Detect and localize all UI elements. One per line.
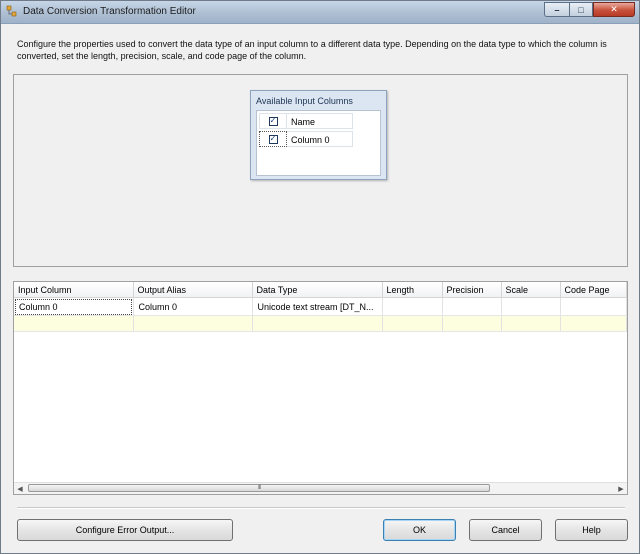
scroll-left-button[interactable]: ◀ — [15, 484, 25, 493]
minimize-button[interactable]: – — [544, 2, 569, 17]
footer-divider — [17, 507, 625, 509]
grid-header-row: Input Column Output Alias Data Type Leng… — [14, 282, 627, 298]
scroll-left-icon: ◀ — [17, 485, 23, 493]
dialog-window: Data Conversion Transformation Editor – … — [0, 0, 640, 554]
scroll-grip-icon: III — [257, 485, 261, 491]
new-row[interactable] — [14, 315, 627, 332]
cell-precision[interactable] — [442, 297, 502, 316]
name-column-header[interactable]: Name — [287, 113, 353, 129]
available-input-columns-panel[interactable]: Available Input Columns ✓ Name ✓ Column … — [250, 90, 387, 180]
check-icon: ✓ — [269, 116, 277, 125]
header-scale[interactable]: Scale — [501, 282, 561, 298]
horizontal-scrollbar[interactable]: ◀ III ▶ — [14, 482, 627, 494]
columns-header-row: ✓ Name — [259, 113, 353, 130]
app-icon — [6, 5, 17, 17]
description-text: Configure the properties used to convert… — [17, 39, 607, 61]
maximize-icon: □ — [578, 4, 584, 15]
cell-output-alias[interactable]: Column 0 — [133, 297, 253, 316]
available-columns-list: ✓ Name ✓ Column 0 — [256, 110, 381, 176]
column-item-row[interactable]: ✓ Column 0 — [259, 131, 353, 148]
new-row-cell[interactable] — [442, 315, 502, 332]
cell-scale[interactable] — [501, 297, 561, 316]
close-icon: ✕ — [610, 4, 618, 14]
new-row-cell[interactable] — [252, 315, 383, 332]
conversion-grid[interactable]: Input Column Output Alias Data Type Leng… — [13, 281, 628, 495]
select-all-checkbox[interactable]: ✓ — [268, 116, 278, 126]
table-row[interactable]: Column 0 Column 0 Unicode text stream [D… — [14, 297, 627, 316]
cell-code-page[interactable] — [560, 297, 627, 316]
cell-input-column[interactable]: Column 0 — [14, 297, 134, 316]
select-all-cell[interactable]: ✓ — [259, 113, 287, 129]
scroll-thumb[interactable]: III — [28, 484, 490, 492]
window-controls: – □ ✕ — [544, 2, 635, 18]
scroll-right-button[interactable]: ▶ — [616, 484, 626, 493]
header-length[interactable]: Length — [382, 282, 443, 298]
maximize-button[interactable]: □ — [569, 2, 593, 17]
cell-data-type[interactable]: Unicode text stream [DT_N... — [252, 297, 383, 316]
conversion-table: Input Column Output Alias Data Type Leng… — [14, 282, 627, 332]
header-code-page[interactable]: Code Page — [560, 282, 627, 298]
help-button[interactable]: Help — [555, 519, 628, 541]
minimize-icon: – — [554, 4, 560, 15]
configure-error-output-button[interactable]: Configure Error Output... — [17, 519, 233, 541]
column-item-name: Column 0 — [287, 131, 353, 147]
cell-length[interactable] — [382, 297, 443, 316]
column-item-check-cell[interactable]: ✓ — [259, 131, 287, 147]
scroll-right-icon: ▶ — [618, 485, 624, 493]
close-button[interactable]: ✕ — [593, 2, 635, 17]
column-mapping-area: Available Input Columns ✓ Name ✓ Column … — [13, 74, 628, 267]
header-data-type[interactable]: Data Type — [252, 282, 383, 298]
header-output-alias[interactable]: Output Alias — [133, 282, 253, 298]
header-precision[interactable]: Precision — [442, 282, 502, 298]
new-row-cell[interactable] — [133, 315, 253, 332]
title-bar[interactable]: Data Conversion Transformation Editor – … — [1, 1, 639, 24]
new-row-cell[interactable] — [14, 315, 134, 332]
available-input-columns-title: Available Input Columns — [256, 96, 353, 106]
new-row-cell[interactable] — [501, 315, 561, 332]
check-icon: ✓ — [269, 134, 277, 143]
cancel-button[interactable]: Cancel — [469, 519, 542, 541]
column-0-checkbox[interactable]: ✓ — [268, 134, 278, 144]
new-row-cell[interactable] — [382, 315, 443, 332]
window-title: Data Conversion Transformation Editor — [23, 6, 196, 17]
header-input-column[interactable]: Input Column — [14, 282, 134, 298]
ok-button[interactable]: OK — [383, 519, 456, 541]
new-row-cell[interactable] — [560, 315, 627, 332]
